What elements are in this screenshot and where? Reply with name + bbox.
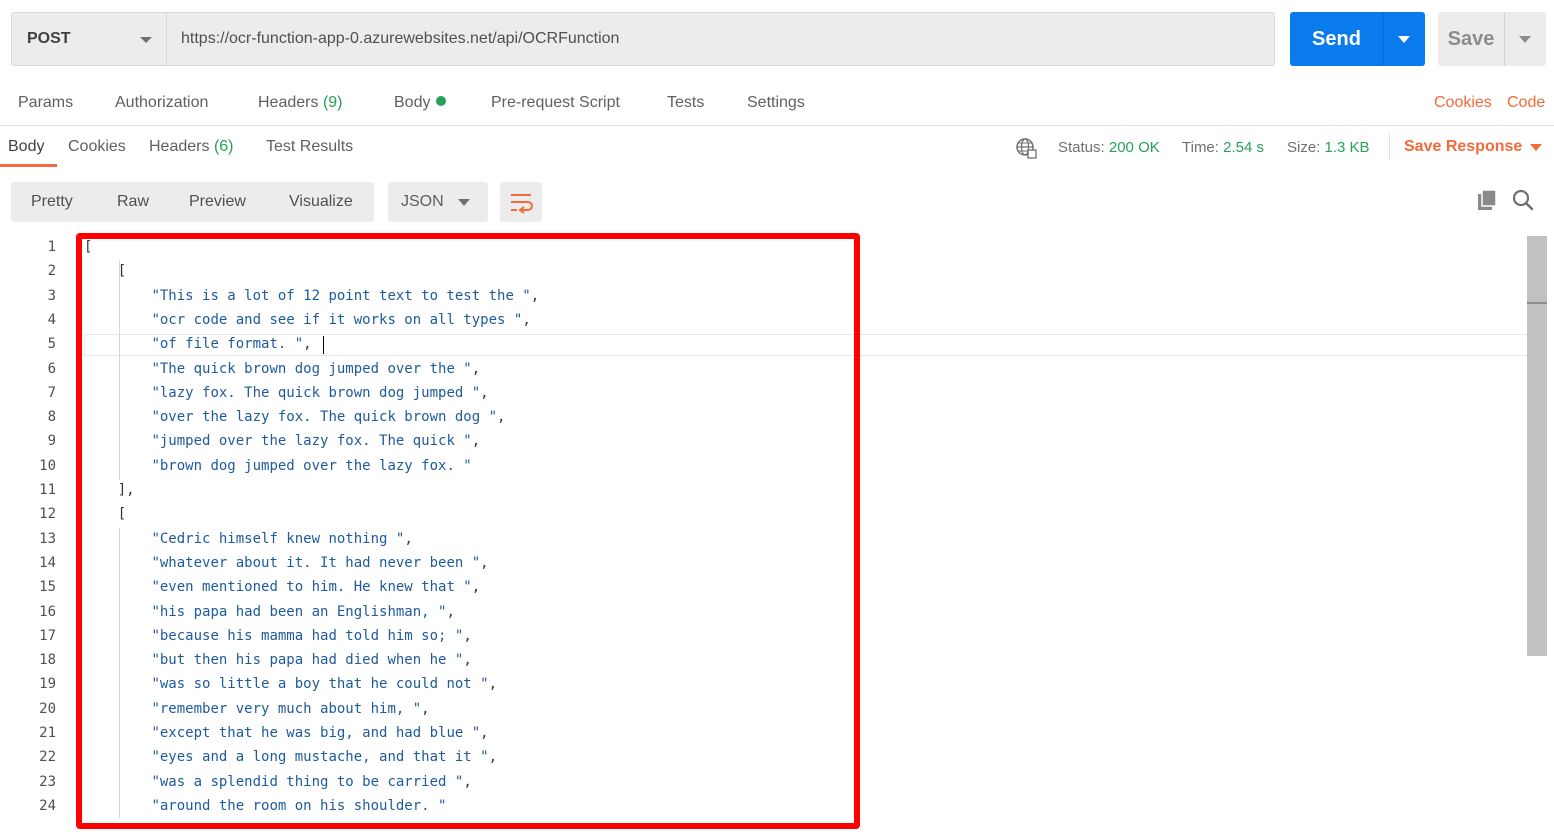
send-options-chevron-icon[interactable] xyxy=(1383,12,1425,66)
send-button[interactable]: Send xyxy=(1290,12,1425,66)
view-preview-button[interactable]: Preview xyxy=(189,193,246,211)
request-tabs: Params Authorization Headers (9) Body Pr… xyxy=(0,92,1554,126)
time-readout: Time: 2.54 s xyxy=(1182,139,1264,156)
line-number: 14 xyxy=(39,554,56,571)
line-number: 8 xyxy=(47,409,56,426)
divider xyxy=(1389,134,1390,160)
response-headers-count: (6) xyxy=(213,138,234,155)
tab-authorization[interactable]: Authorization xyxy=(115,94,208,112)
size-label: Size: xyxy=(1287,139,1321,156)
view-pretty-button[interactable]: Pretty xyxy=(31,193,73,211)
body-indicator-dot xyxy=(436,96,447,106)
save-button[interactable]: Save xyxy=(1438,12,1546,66)
save-response-chevron-icon[interactable] xyxy=(1530,144,1542,151)
line-number: 15 xyxy=(39,579,56,596)
method-label: POST xyxy=(27,30,71,47)
tab-body[interactable]: Body xyxy=(394,94,447,112)
response-tab-test-results[interactable]: Test Results xyxy=(266,138,353,156)
view-raw-button[interactable]: Raw xyxy=(117,193,149,211)
vertical-scrollbar[interactable] xyxy=(1527,236,1547,656)
line-number: 5 xyxy=(47,336,56,353)
line-number: 24 xyxy=(39,797,56,814)
code-link[interactable]: Code xyxy=(1507,94,1545,112)
tab-headers-label: Headers xyxy=(258,94,319,111)
url-input[interactable]: https://ocr-function-app-0.azurewebsites… xyxy=(166,12,1275,66)
globe-icon[interactable] xyxy=(1015,137,1037,159)
line-number: 16 xyxy=(39,603,56,620)
save-options-chevron-icon[interactable] xyxy=(1504,12,1546,66)
save-response-button[interactable]: Save Response xyxy=(1404,138,1522,156)
wrap-lines-icon xyxy=(511,194,533,214)
line-number: 12 xyxy=(39,506,56,523)
line-number: 13 xyxy=(39,530,56,547)
highlight-annotation-box xyxy=(76,233,860,829)
scrollbar-marker xyxy=(1527,302,1547,304)
line-number: 19 xyxy=(39,676,56,693)
line-number: 1 xyxy=(47,239,56,255)
line-number: 21 xyxy=(39,725,56,741)
response-tab-headers-label: Headers xyxy=(149,138,210,155)
view-visualize-button[interactable]: Visualize xyxy=(289,193,353,211)
status-readout: Status: 200 OK xyxy=(1058,139,1160,156)
line-number: 18 xyxy=(39,652,56,669)
status-label: Status: xyxy=(1058,139,1105,156)
chevron-down-icon xyxy=(458,199,470,206)
chevron-down-icon xyxy=(140,37,152,43)
line-number: 6 xyxy=(47,360,56,377)
active-tab-underline xyxy=(0,164,57,167)
line-number: 3 xyxy=(47,287,56,304)
language-select[interactable]: JSON xyxy=(388,182,488,222)
status-value: 200 OK xyxy=(1108,139,1160,156)
response-tab-cookies[interactable]: Cookies xyxy=(68,138,126,156)
line-number: 22 xyxy=(39,749,56,766)
line-number: 2 xyxy=(47,263,56,280)
size-value: 1.3 KB xyxy=(1324,139,1370,156)
line-number: 4 xyxy=(47,311,56,328)
tab-headers-count: (9) xyxy=(322,94,343,111)
size-readout: Size: 1.3 KB xyxy=(1287,139,1370,156)
copy-icon[interactable] xyxy=(1476,188,1500,212)
line-number: 10 xyxy=(39,457,56,474)
tab-params[interactable]: Params xyxy=(18,94,73,112)
cookies-link[interactable]: Cookies xyxy=(1434,94,1492,112)
line-number: 20 xyxy=(39,700,56,717)
line-number: 11 xyxy=(39,482,56,498)
send-label: Send xyxy=(1312,27,1361,50)
method-select[interactable]: POST xyxy=(11,12,166,66)
line-number: 7 xyxy=(47,384,56,401)
time-value: 2.54 s xyxy=(1223,139,1264,156)
save-label: Save xyxy=(1447,27,1495,50)
line-number: 17 xyxy=(39,627,56,644)
tab-settings[interactable]: Settings xyxy=(747,94,805,112)
tab-body-label: Body xyxy=(394,94,431,111)
search-icon[interactable] xyxy=(1511,188,1535,212)
line-number: 23 xyxy=(39,773,56,790)
wrap-lines-button[interactable] xyxy=(500,182,542,222)
line-number: 9 xyxy=(47,433,56,450)
response-tab-body[interactable]: Body xyxy=(8,138,44,156)
tab-headers[interactable]: Headers (9) xyxy=(258,94,343,112)
tab-tests[interactable]: Tests xyxy=(667,94,704,112)
request-bar: POST https://ocr-function-app-0.azureweb… xyxy=(11,12,1275,66)
response-tab-headers[interactable]: Headers (6) xyxy=(149,138,234,156)
view-mode-group: Pretty Raw Preview Visualize xyxy=(11,182,374,222)
language-label: JSON xyxy=(401,193,444,210)
time-label: Time: xyxy=(1182,139,1219,156)
tab-pre-request-script[interactable]: Pre-request Script xyxy=(491,94,620,112)
response-tabs: Body Cookies Headers (6) Test Results St… xyxy=(0,126,1554,168)
